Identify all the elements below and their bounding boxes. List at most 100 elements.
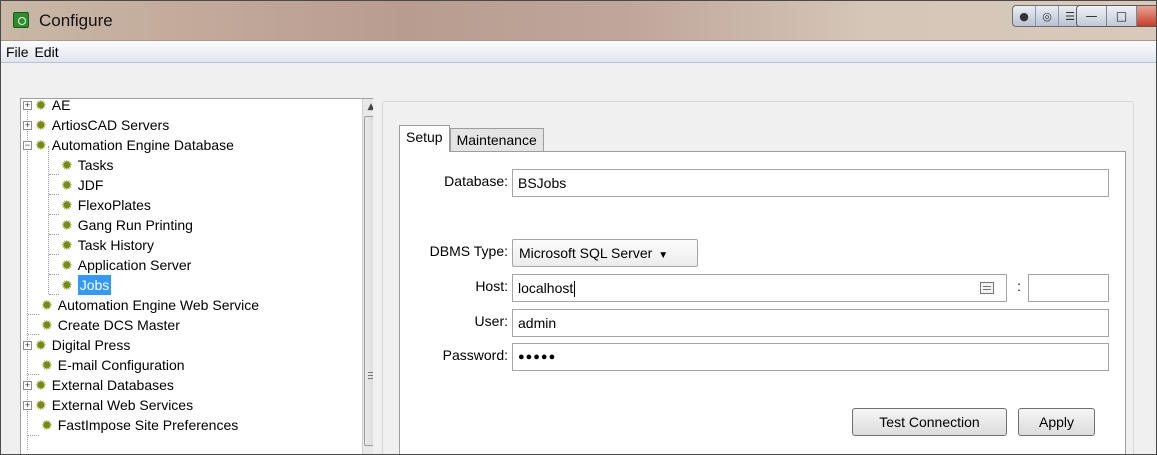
tree-item-create-dcs-master[interactable]: ✹ Create DCS Master [41, 315, 180, 335]
port-field[interactable] [1028, 274, 1109, 302]
tree-item-ae[interactable]: + ✹ AE [23, 98, 71, 115]
text-caret [574, 281, 576, 298]
expand-icon[interactable]: + [23, 100, 32, 110]
dbms-type-value: Microsoft SQL Server [519, 245, 653, 261]
menu-file[interactable]: File [5, 41, 30, 63]
tree-item-label: Automation Engine Web Service [57, 297, 260, 313]
tree-item-jdf[interactable]: ✹ JDF [61, 175, 103, 195]
close-button[interactable]: X [1137, 6, 1156, 26]
tree-item-external-databases[interactable]: + ✹ External Databases [23, 375, 174, 395]
gear-icon: ✹ [61, 177, 73, 193]
expand-icon[interactable]: + [23, 380, 32, 390]
tree-connector-line [49, 274, 59, 275]
dropdown-arrow-icon: ▼ [658, 250, 669, 261]
gear-icon: ✹ [35, 117, 47, 133]
gear-icon: ✹ [35, 377, 47, 393]
tree-item-task-history[interactable]: ✹ Task History [61, 235, 154, 255]
config-tree: + ✹ AE + ✹ ArtiosCAD Servers − ✹ Automat… [20, 98, 373, 454]
tree-item-label: Gang Run Printing [77, 217, 193, 233]
title-extra-button-1[interactable]: ● [1013, 6, 1036, 26]
scrollbar-grip-icon [368, 372, 373, 379]
dbms-type-select[interactable]: Microsoft SQL Server ▼ [512, 239, 698, 267]
minimize-button[interactable]: — [1077, 6, 1107, 26]
gear-icon: ✹ [41, 357, 53, 373]
tree-item-email-configuration[interactable]: ✹ E-mail Configuration [41, 355, 185, 375]
gear-icon: ✹ [35, 397, 47, 413]
password-label: Password: [442, 347, 508, 363]
port-separator: : [1017, 278, 1021, 294]
title-extra-button-2[interactable]: ◎ [1036, 6, 1059, 26]
database-field[interactable]: BSJobs [512, 169, 1109, 197]
user-field[interactable]: admin [512, 309, 1109, 337]
tree-item-label: External Web Services [51, 397, 194, 413]
tree-item-label: Task History [77, 237, 154, 253]
content-area: + ✹ AE + ✹ ArtiosCAD Servers − ✹ Automat… [1, 64, 1156, 454]
tree-connector-line [28, 435, 39, 436]
gear-icon: ✹ [61, 257, 73, 273]
tree-connector-line [48, 146, 49, 294]
host-value: localhost [518, 280, 574, 296]
tree-scrollbar[interactable]: ▲ [362, 99, 373, 454]
tree-item-label: AE [51, 98, 71, 113]
window-title: Configure [39, 11, 113, 30]
tree-item-artioscad-servers[interactable]: + ✹ ArtiosCAD Servers [23, 115, 169, 135]
gear-icon: ✹ [61, 237, 73, 253]
tree-connector-line [49, 234, 59, 235]
configure-window: Configure ● ◎ ☰ ▭ ● — □ X File Edit [0, 0, 1157, 455]
tree-item-automation-engine-database[interactable]: − ✹ Automation Engine Database [23, 135, 234, 155]
tree-item-external-web-services[interactable]: + ✹ External Web Services [23, 395, 193, 415]
tree-item-label: Automation Engine Database [51, 137, 234, 153]
host-browse-icon[interactable] [980, 282, 994, 294]
tree-item-label-selected: Jobs [77, 275, 112, 295]
gear-icon: ✹ [61, 277, 73, 293]
scrollbar-thumb[interactable] [364, 116, 373, 446]
tree-item-digital-press[interactable]: + ✹ Digital Press [23, 335, 130, 355]
tree-item-label: FlexoPlates [77, 197, 151, 213]
tree-item-label: Tasks [77, 157, 114, 173]
title-bar[interactable]: Configure ● ◎ ☰ ▭ ● — □ X [1, 1, 1156, 41]
tree-item-jobs[interactable]: ✹ Jobs [61, 275, 112, 295]
tab-setup[interactable]: Setup [399, 125, 450, 152]
scroll-up-arrow-icon[interactable]: ▲ [363, 99, 373, 115]
tree-item-flexoplates[interactable]: ✹ FlexoPlates [61, 195, 151, 215]
user-label: User: [474, 313, 508, 329]
password-field[interactable]: ●●●●● [512, 343, 1109, 371]
dbms-type-label: DBMS Type: [429, 243, 508, 259]
tree-item-fastimpose-site-preferences[interactable]: ✹ FastImpose Site Preferences [41, 415, 238, 435]
tree-item-label: External Databases [51, 377, 174, 393]
database-label: Database: [444, 173, 508, 189]
tree-connector-line [49, 174, 59, 175]
tree-item-tasks[interactable]: ✹ Tasks [61, 155, 114, 175]
maximize-button[interactable]: □ [1107, 6, 1137, 26]
expand-icon[interactable]: + [23, 400, 32, 410]
host-field[interactable]: localhost [512, 274, 1007, 302]
menu-edit[interactable]: Edit [33, 41, 59, 63]
tree-connector-line [49, 254, 59, 255]
expand-icon[interactable]: + [23, 120, 32, 130]
gear-icon: ✹ [35, 98, 47, 113]
tab-maintenance[interactable]: Maintenance [449, 128, 544, 152]
window-controls: — □ X [1076, 5, 1156, 27]
menu-bar: File Edit [1, 41, 1156, 63]
gear-icon: ✹ [61, 217, 73, 233]
apply-button[interactable]: Apply [1018, 408, 1095, 436]
collapse-icon[interactable]: − [23, 140, 32, 150]
tree-item-gang-run-printing[interactable]: ✹ Gang Run Printing [61, 215, 193, 235]
tree-item-label: ArtiosCAD Servers [51, 117, 170, 133]
tree-item-label: Digital Press [51, 337, 131, 353]
tree-item-label: FastImpose Site Preferences [57, 417, 239, 433]
gear-icon: ✹ [41, 317, 53, 333]
test-connection-button[interactable]: Test Connection [852, 408, 1007, 436]
tree-item-label: JDF [77, 177, 104, 193]
tree-item-automation-engine-web-service[interactable]: ✹ Automation Engine Web Service [41, 295, 259, 315]
gear-icon: ✹ [35, 137, 47, 153]
gear-icon: ✹ [61, 197, 73, 213]
tree-connector-line [28, 314, 39, 315]
tree-item-application-server[interactable]: ✹ Application Server [61, 255, 191, 275]
tree-connector-line [49, 214, 59, 215]
tree-connector-line [49, 194, 59, 195]
setup-tab-body: Database: BSJobs DBMS Type: Microsoft SQ… [399, 151, 1126, 454]
expand-icon[interactable]: + [23, 340, 32, 350]
gear-icon: ✹ [41, 297, 53, 313]
app-icon [13, 12, 29, 28]
